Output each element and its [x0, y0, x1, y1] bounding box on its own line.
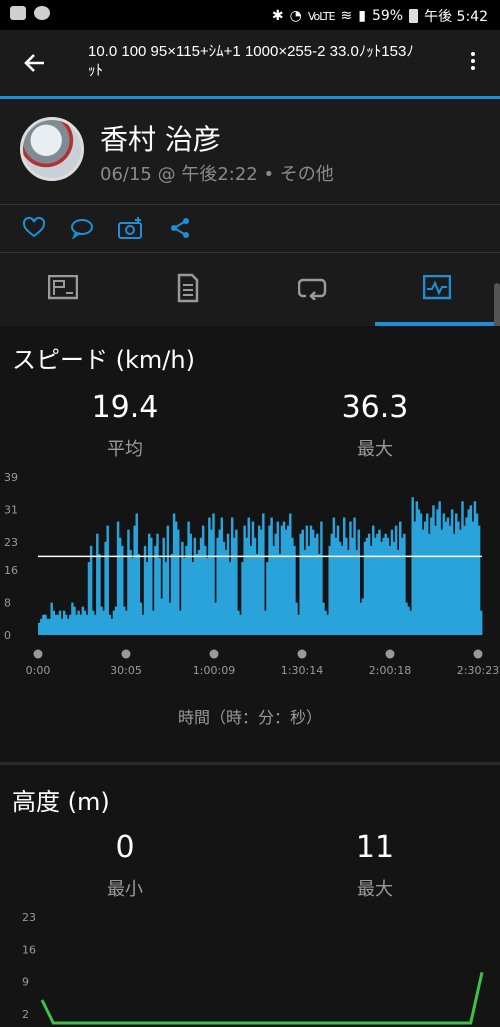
status-bar: ✱ ◔ VoLTE ≋ ▮ 59% 午後 5:42: [0, 0, 500, 30]
speed-chart: 0 8 16 23 31 39 0:00 30:05 1:00:09 1:30:14 2:00:18…: [4, 471, 499, 677]
loop-icon: [298, 278, 327, 300]
speed-xtick-label: 2:00:18: [369, 664, 411, 677]
altitude-title: 高度 (m): [12, 788, 110, 816]
speed-bar: [479, 610, 483, 635]
speed-xtick-dot: [209, 649, 219, 659]
back-arrow-icon-svg: [24, 54, 44, 72]
speed-xtick-label: 1:30:14: [281, 664, 323, 677]
altitude-max-value: 11: [355, 830, 395, 865]
battery-percent: 59%: [371, 8, 404, 24]
speed-max-value: 36.3: [341, 390, 409, 425]
altitude-line: [40, 971, 484, 1025]
speed-xtick-dot: [121, 649, 131, 659]
gallery-icon: [10, 6, 26, 20]
speed-ytick-label: 23: [4, 536, 18, 549]
map-flag-icon: [48, 275, 78, 300]
back-arrow-icon[interactable]: [22, 50, 50, 78]
tab-charts[interactable]: [375, 253, 500, 323]
speed-xtick-dot: [473, 649, 483, 659]
heart-icon[interactable]: [22, 216, 46, 240]
comment-icon[interactable]: [70, 216, 94, 240]
speed-xtick-label: 0:00: [26, 664, 51, 677]
altitude-min-value: 0: [115, 830, 135, 865]
altitude-max-label: 最大: [357, 879, 393, 900]
speed-ytick-label: 8: [4, 597, 11, 610]
speed-ytick-label: 16: [4, 564, 18, 577]
altitude-chart: 2 9 16 23: [22, 911, 484, 1025]
signal-icon: ▮: [358, 8, 366, 24]
share-icon[interactable]: [168, 216, 192, 240]
speed-avg-label: 平均: [107, 439, 143, 460]
altitude-ytick-label: 9: [22, 976, 29, 989]
clock: 午後 5:42: [424, 9, 488, 25]
speed-xaxis-label: 時間（時：分：秒）: [177, 708, 322, 727]
speed-title: スピード (km/h): [12, 346, 195, 374]
speed-xtick-label: 2:30:23: [457, 664, 499, 677]
speed-xtick-label: 30:05: [110, 664, 142, 677]
activity-title: 10.0 100 95×115+ｼﾑ+1 1000×255-2 33.0ﾉｯﾄ1…: [88, 43, 414, 79]
line-icon: [34, 6, 50, 20]
speed-avg-value: 19.4: [91, 390, 159, 425]
more-options-icon[interactable]: [466, 52, 480, 76]
altitude-ytick-label: 2: [22, 1008, 29, 1021]
bluetooth-icon: ✱: [271, 8, 284, 24]
altitude-min-label: 最小: [107, 879, 143, 900]
wifi-icon: ≋: [340, 8, 353, 24]
altitude-ytick-label: 23: [22, 911, 36, 924]
speed-ytick-label: 31: [4, 503, 18, 516]
status-indicators: ✱ ◔ VoLTE ≋ ▮ 59% 午後 5:42: [272, 6, 488, 26]
tab-summary[interactable]: [0, 253, 125, 323]
speed-ytick-label: 39: [4, 471, 18, 484]
speed-ytick-label: 0: [4, 629, 11, 642]
speed-xtick-dot: [385, 649, 395, 659]
speed-max-label: 最大: [357, 439, 393, 460]
speed-xtick-label: 1:00:09: [193, 664, 235, 677]
tab-laps[interactable]: [250, 253, 375, 323]
battery-icon: [409, 9, 419, 23]
speed-xtick-dot: [297, 649, 307, 659]
camera-add-icon[interactable]: [118, 216, 142, 240]
tab-details[interactable]: [125, 253, 250, 323]
volte-badge: VoLTE: [307, 9, 336, 23]
altitude-ytick-label: 16: [22, 943, 36, 956]
document-icon: [177, 273, 199, 303]
activity-meta: 06/15 @ 午後2:22 • その他: [100, 164, 334, 185]
user-name: 香村 治彦: [100, 123, 221, 156]
speed-xtick-dot: [33, 649, 43, 659]
avatar[interactable]: [20, 117, 84, 181]
status-notifications: [10, 6, 50, 20]
alarm-icon: ◔: [289, 8, 302, 24]
chart-icon: [423, 275, 451, 300]
